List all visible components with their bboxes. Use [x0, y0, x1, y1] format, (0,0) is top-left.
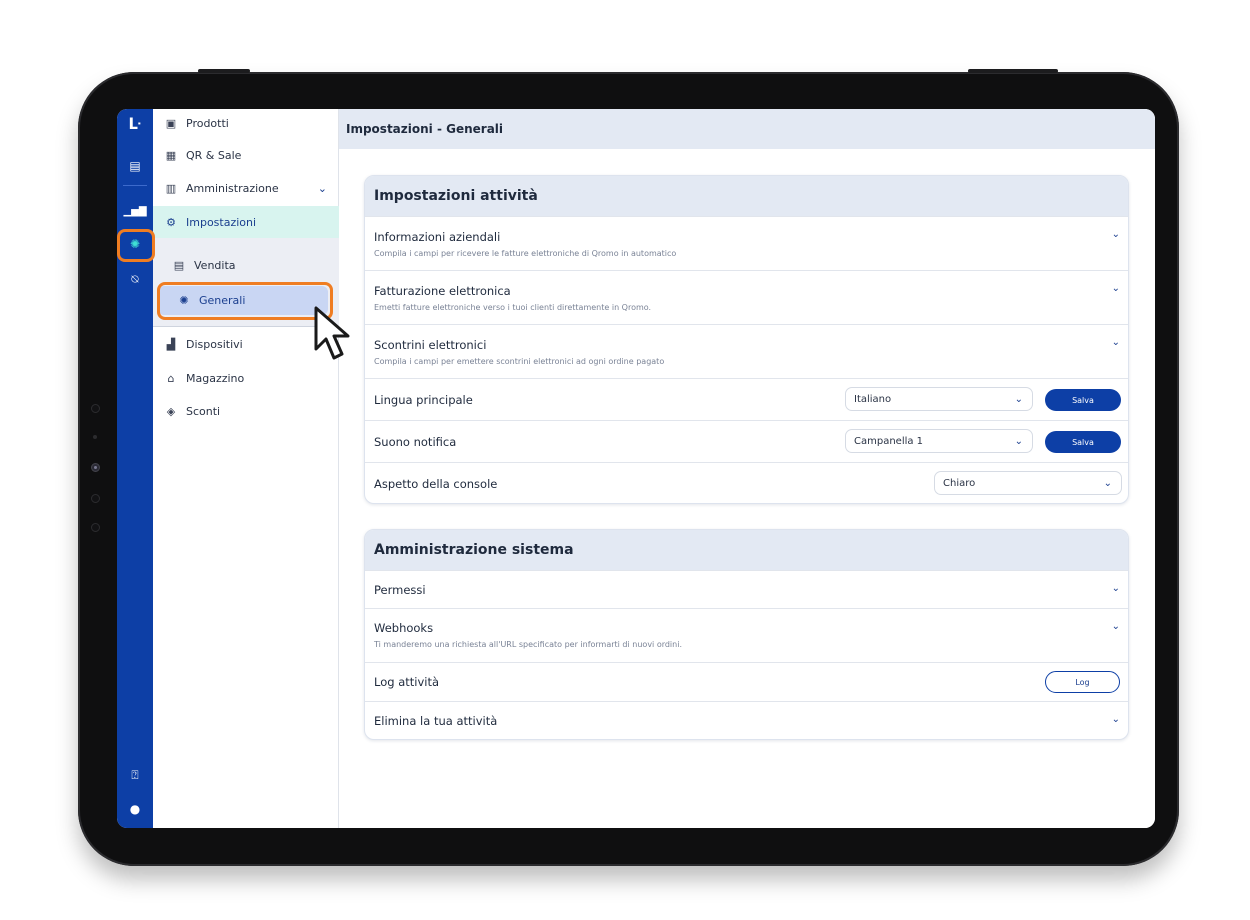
menu-item-label: QR & Sale	[186, 148, 242, 162]
log-button[interactable]: Log	[1045, 671, 1120, 693]
settings-row-e-receipts[interactable]: Scontrini elettronici Compila i campi pe…	[365, 324, 1128, 378]
help-icon[interactable]: ⍰	[117, 764, 153, 786]
system-admin-card: Amministrazione sistema Permessi ⌄ Webho…	[364, 529, 1129, 740]
device-button	[968, 69, 1058, 73]
notification-sound-select[interactable]: Campanella 1 ⌄	[845, 429, 1033, 453]
main-content: Impostazioni - Generali Impostazioni att…	[339, 109, 1155, 828]
menu-item-label: Amministrazione	[186, 181, 279, 195]
menu-item-vendita[interactable]: ▤ Vendita	[153, 254, 339, 276]
select-value: Chiaro	[943, 477, 976, 489]
rail-divider	[123, 185, 147, 186]
camera-icon	[91, 404, 100, 413]
menu-item-label: Prodotti	[186, 116, 229, 130]
settings-icon: ⚙	[166, 215, 176, 229]
settings-icon-highlight	[117, 229, 155, 262]
chevron-down-icon[interactable]: ⌄	[1112, 229, 1120, 240]
menu-item-amministrazione[interactable]: ▥ Amministrazione ⌄	[153, 177, 339, 199]
settings-row-e-invoicing[interactable]: Fatturazione elettronica Emetti fatture …	[365, 270, 1128, 324]
chevron-down-icon: ⌄	[1014, 435, 1023, 447]
chevron-down-icon[interactable]: ⌄	[1112, 714, 1120, 725]
row-label: Elimina la tua attività	[374, 714, 498, 728]
row-label: Aspetto della console	[374, 476, 498, 491]
menu-item-label: Vendita	[194, 258, 236, 272]
sensor-icon	[93, 435, 97, 439]
generali-highlight	[157, 282, 333, 320]
user-icon[interactable]: ●	[117, 798, 153, 820]
menu-item-label: Dispositivi	[186, 337, 243, 351]
mouse-cursor-icon	[314, 306, 350, 360]
chevron-down-icon[interactable]: ⌄	[1112, 283, 1120, 294]
warehouse-icon: ⌂	[167, 371, 175, 385]
save-notification-button[interactable]: Salva	[1045, 431, 1121, 453]
save-language-button[interactable]: Salva	[1045, 389, 1121, 411]
settings-row-company-info[interactable]: Informazioni aziendali Compila i campi p…	[365, 216, 1128, 270]
chart-icon[interactable]: ▁▅▇	[117, 200, 153, 222]
settings-row-webhooks[interactable]: Webhooks Ti manderemo una richiesta all'…	[365, 608, 1128, 662]
menu-item-label: Magazzino	[186, 371, 245, 385]
settings-row-activity-log: Log attività Log	[365, 662, 1128, 701]
menu-item-sconti[interactable]: ◈ Sconti	[153, 400, 339, 422]
devices-icon: ▟	[166, 337, 176, 351]
camera-lens-icon	[91, 463, 100, 472]
settings-row-notification-sound: Suono notifica Campanella 1 ⌄ Salva	[365, 420, 1128, 462]
menu-item-qr-sale[interactable]: ▦ QR & Sale	[153, 144, 339, 166]
row-description: Compila i campi per emettere scontrini e…	[374, 357, 665, 366]
icon-rail: ᒷ ▤ ▁▅▇ ✺ ⍉ ⍰ ●	[117, 109, 153, 828]
settings-row-permissions[interactable]: Permessi ⌄	[365, 570, 1128, 608]
row-label: Informazioni aziendali	[374, 230, 501, 244]
chevron-down-icon: ⌄	[1103, 477, 1112, 489]
chevron-down-icon: ⌄	[1014, 393, 1023, 405]
row-label: Scontrini elettronici	[374, 338, 487, 352]
settings-row-delete-activity[interactable]: Elimina la tua attività ⌄	[365, 701, 1128, 739]
menu-item-label: Sconti	[186, 404, 221, 418]
app-screen: ᒷ ▤ ▁▅▇ ✺ ⍉ ⍰ ● ▣ Prodotti ▦ QR & Sale ▥…	[117, 109, 1155, 828]
page-title: Impostazioni - Generali	[339, 109, 1155, 149]
chevron-down-icon[interactable]: ⌄	[1112, 337, 1120, 348]
menu-item-magazzino[interactable]: ⌂ Magazzino	[153, 367, 339, 389]
register-icon: ▤	[173, 258, 185, 272]
menu-divider	[153, 326, 339, 327]
chevron-down-icon: ⌄	[317, 181, 327, 195]
device-button	[198, 69, 250, 73]
card-title: Impostazioni attività	[365, 176, 1128, 216]
menu-item-label: Impostazioni	[186, 215, 257, 229]
settings-row-console-appearance: Aspetto della console Chiaro ⌄	[365, 462, 1128, 503]
select-value: Italiano	[854, 393, 892, 405]
logo-icon[interactable]: ᒷ	[117, 113, 153, 135]
row-label: Lingua principale	[374, 392, 473, 407]
menu-book-icon: ▣	[165, 116, 177, 130]
menu-item-dispositivi[interactable]: ▟ Dispositivi	[153, 333, 339, 355]
receipt-icon[interactable]: ▤	[117, 155, 153, 177]
row-label: Fatturazione elettronica	[374, 284, 511, 298]
qr-icon: ▦	[165, 148, 177, 162]
row-description: Compila i campi per ricevere le fatture …	[374, 249, 677, 258]
row-label: Suono notifica	[374, 434, 457, 449]
menu-item-prodotti[interactable]: ▣ Prodotti	[153, 112, 339, 134]
language-select[interactable]: Italiano ⌄	[845, 387, 1033, 411]
row-label: Log attività	[374, 675, 440, 689]
tag-icon: ◈	[166, 404, 176, 418]
camera-icon	[91, 494, 100, 503]
admin-icon: ▥	[165, 181, 177, 195]
card-title: Amministrazione sistema	[365, 530, 1128, 570]
activity-settings-card: Impostazioni attività Informazioni azien…	[364, 175, 1129, 504]
camera-icon	[91, 523, 100, 532]
chevron-down-icon[interactable]: ⌄	[1112, 621, 1120, 632]
side-menu: ▣ Prodotti ▦ QR & Sale ▥ Amministrazione…	[153, 109, 339, 828]
row-description: Ti manderemo una richiesta all'URL speci…	[374, 640, 682, 649]
row-label: Webhooks	[374, 621, 434, 635]
appearance-select[interactable]: Chiaro ⌄	[934, 471, 1122, 495]
store-icon[interactable]: ⍉	[117, 268, 153, 290]
chevron-down-icon[interactable]: ⌄	[1112, 583, 1120, 594]
row-label: Permessi	[374, 582, 426, 597]
select-value: Campanella 1	[854, 435, 924, 447]
row-description: Emetti fatture elettroniche verso i tuoi…	[374, 303, 652, 312]
settings-row-language: Lingua principale Italiano ⌄ Salva	[365, 378, 1128, 420]
menu-item-impostazioni[interactable]: ⚙ Impostazioni	[153, 206, 339, 238]
